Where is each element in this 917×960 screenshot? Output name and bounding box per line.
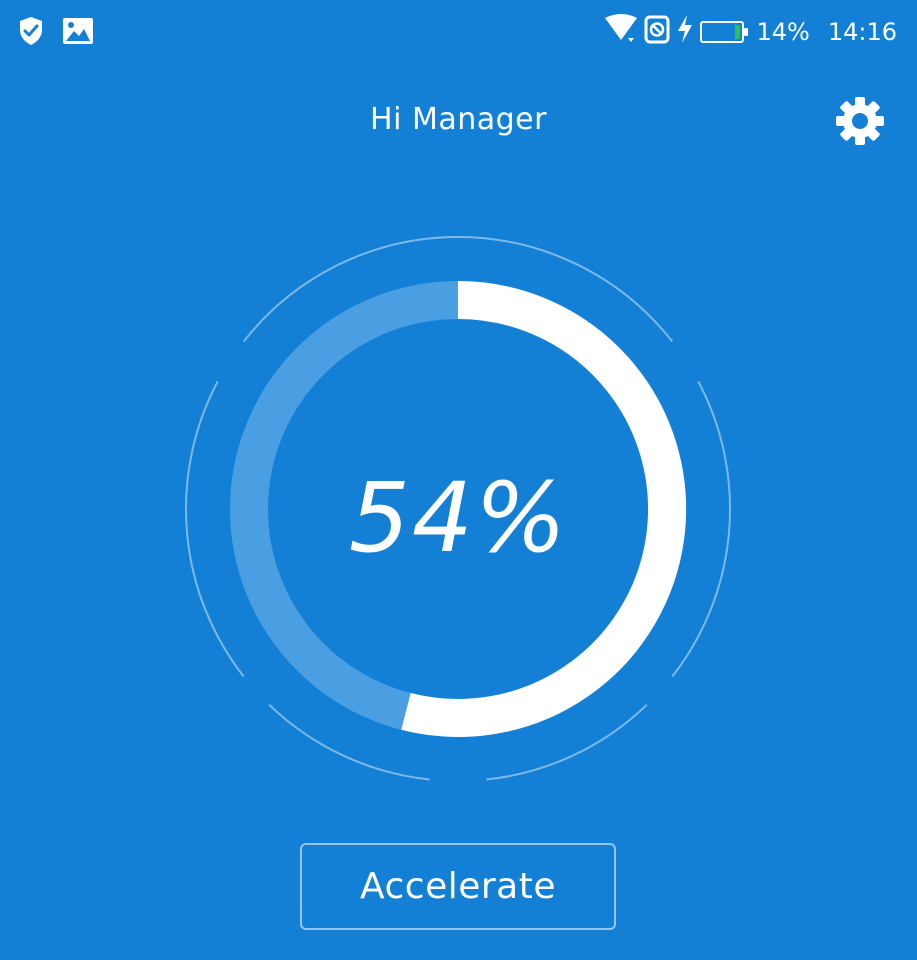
- shield-check-icon: [18, 16, 44, 50]
- gear-icon: [833, 97, 887, 152]
- gauge-outer-arc-bottom-right: [486, 703, 648, 781]
- battery-percentage: 14%: [756, 18, 810, 46]
- gauge-outer-arc-bottom-left: [268, 703, 430, 781]
- app-header: Hi Manager: [0, 90, 917, 160]
- image-icon: [62, 17, 94, 49]
- status-bar: 14% 14:16: [0, 0, 917, 70]
- usage-percentage: 54%: [348, 462, 569, 574]
- app-screen: 14% 14:16 Hi Manager 54% Accelerate: [0, 0, 917, 960]
- battery-icon: [700, 21, 749, 43]
- wifi-icon: [604, 14, 638, 50]
- clock: 14:16: [827, 18, 897, 46]
- page-title: Hi Manager: [370, 102, 547, 137]
- blocked-icon: [644, 14, 670, 50]
- status-bar-left: [18, 16, 94, 50]
- status-bar-right: 14% 14:16: [604, 14, 897, 50]
- settings-button[interactable]: [833, 94, 887, 148]
- accelerate-button[interactable]: Accelerate: [300, 843, 616, 930]
- gauge-outer-arc-top: [242, 236, 674, 343]
- charging-bolt-icon: [676, 14, 694, 50]
- battery-level: [735, 25, 741, 39]
